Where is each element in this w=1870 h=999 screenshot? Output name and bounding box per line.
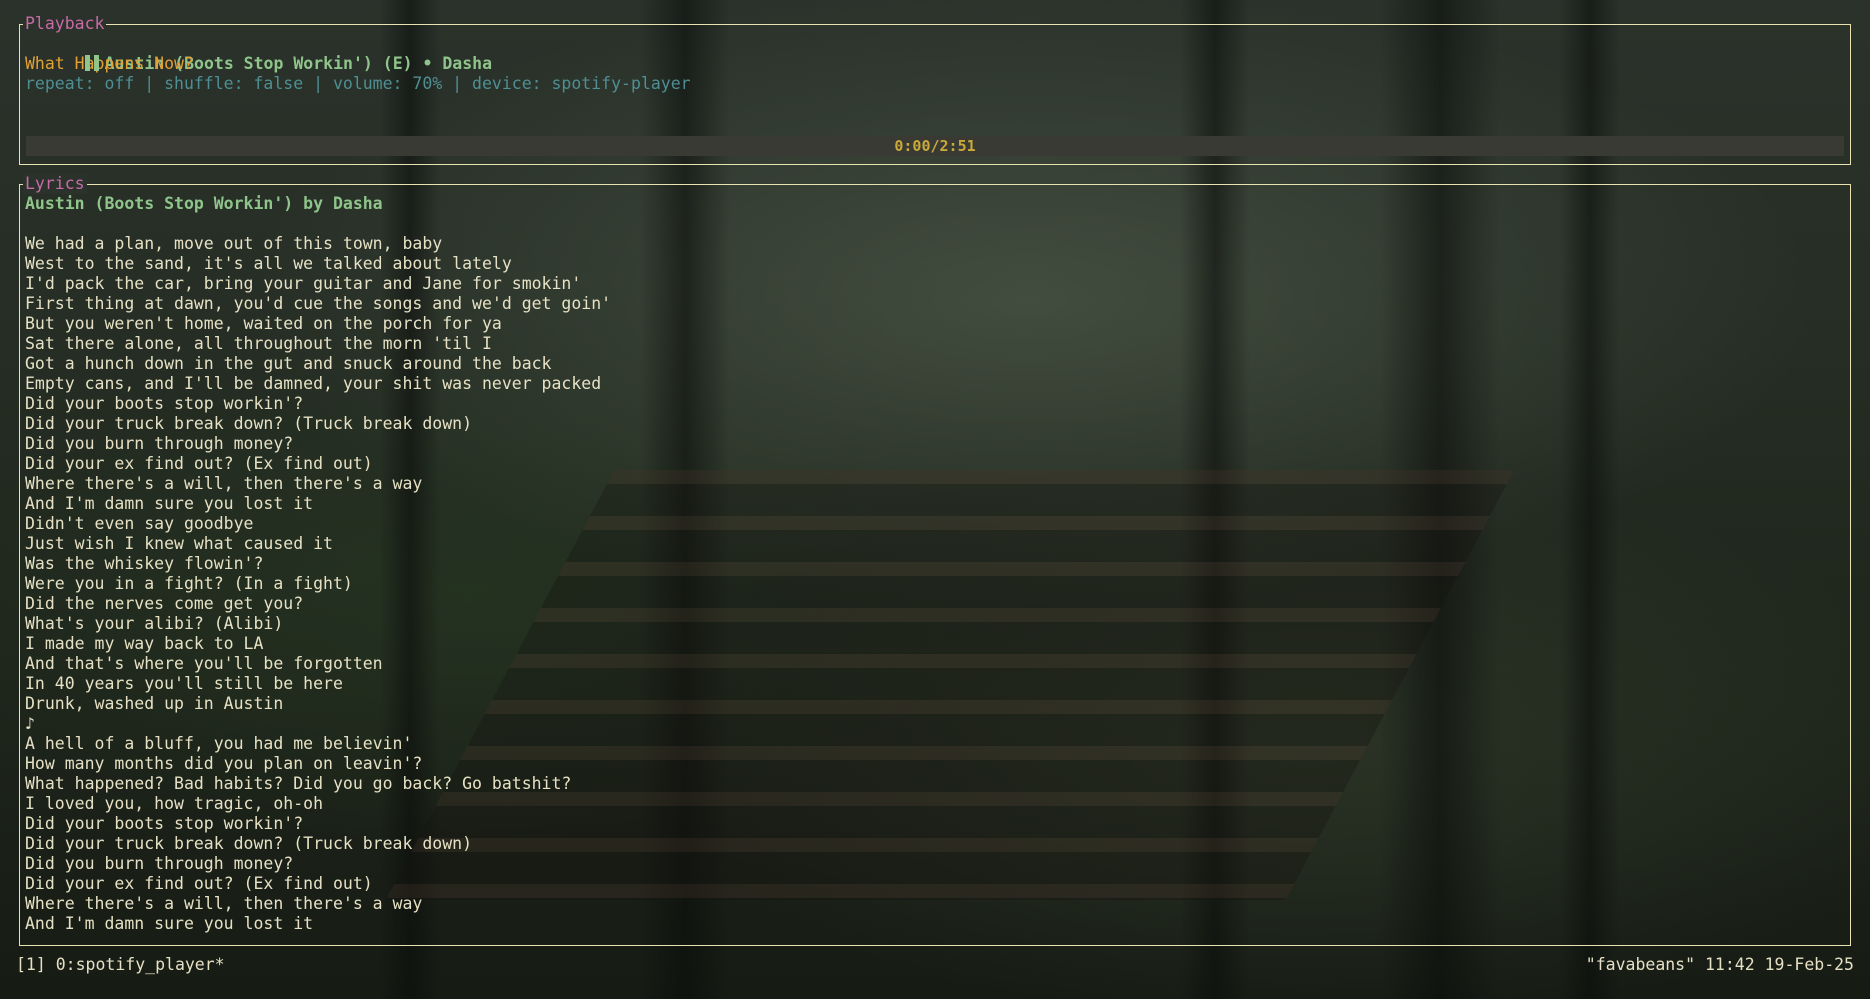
lyrics-heading: Austin (Boots Stop Workin') by Dasha — [25, 194, 383, 213]
playback-status: repeat: off | shuffle: false | volume: 7… — [25, 74, 691, 93]
lyric-line: Drunk, washed up in Austin — [25, 694, 284, 713]
playback-panel-title: Playback — [23, 14, 107, 34]
lyric-line: Did your truck break down? (Truck break … — [25, 414, 473, 433]
lyric-line: Was the whiskey flowin'? — [25, 554, 264, 573]
lyrics-panel-title: Lyrics — [23, 174, 87, 194]
tmux-host-clock: "favabeans" 11:42 19-Feb-25 — [1585, 955, 1854, 974]
lyric-line: In 40 years you'll still be here — [25, 674, 343, 693]
lyric-line: How many months did you plan on leavin'? — [25, 754, 423, 773]
lyric-line: A hell of a bluff, you had me believin' — [25, 734, 413, 753]
pause-icon[interactable] — [84, 55, 99, 71]
lyric-line: First thing at dawn, you'd cue the songs… — [25, 294, 612, 313]
lyric-line: Didn't even say goodbye — [25, 514, 254, 533]
tmux-window-list[interactable]: [1] 0:spotify_player* — [16, 955, 225, 975]
lyric-line: And I'm damn sure you lost it — [25, 914, 314, 933]
lyric-line: I'd pack the car, bring your guitar and … — [25, 274, 582, 293]
progress-time: 0:00/2:51 — [894, 137, 976, 155]
lyric-line: Did your boots stop workin'? — [25, 394, 304, 413]
lyric-line: Sat there alone, all throughout the morn… — [25, 334, 492, 353]
lyric-line: I loved you, how tragic, oh-oh — [25, 794, 324, 813]
lyric-line: Did your ex find out? (Ex find out) — [25, 454, 373, 473]
lyric-line: We had a plan, move out of this town, ba… — [25, 234, 443, 253]
lyric-line: What happened? Bad habits? Did you go ba… — [25, 774, 572, 793]
lyric-line: Did your boots stop workin'? — [25, 814, 304, 833]
lyric-line: What's your alibi? (Alibi) — [25, 614, 284, 633]
lyric-line: Did you burn through money? — [25, 854, 294, 873]
lyric-line — [25, 214, 1845, 234]
lyric-line: I made my way back to LA — [25, 634, 264, 653]
lyric-line: But you weren't home, waited on the porc… — [25, 314, 502, 333]
lyric-line: And I'm damn sure you lost it — [25, 494, 314, 513]
lyric-line: Just wish I knew what caused it — [25, 534, 333, 553]
lyric-line: Where there's a will, then there's a way — [25, 474, 423, 493]
playback-panel: Playback Austin (Boots Stop Workin') (E)… — [19, 14, 1851, 165]
tmux-status-bar: [1] 0:spotify_player* "favabeans" 11:42 … — [0, 955, 1870, 975]
lyric-line: Did the nerves come get you? — [25, 594, 304, 613]
lyric-line: Did your ex find out? (Ex find out) — [25, 874, 373, 893]
lyric-line: West to the sand, it's all we talked abo… — [25, 254, 512, 273]
lyric-line: And that's where you'll be forgotten — [25, 654, 383, 673]
lyric-line: Did you burn through money? — [25, 434, 294, 453]
lyric-line: ♪ — [25, 714, 35, 733]
now-playing-track: Austin (Boots Stop Workin') (E) • Dasha — [25, 34, 1845, 73]
lyric-line: Where there's a will, then there's a way — [25, 894, 423, 913]
progress-bar[interactable]: 0:00/2:51 — [26, 136, 1844, 156]
lyric-line: Got a hunch down in the gut and snuck ar… — [25, 354, 552, 373]
lyric-line: Did your truck break down? (Truck break … — [25, 834, 473, 853]
lyric-line: Empty cans, and I'll be damned, your shi… — [25, 374, 602, 393]
lyric-line: Were you in a fight? (In a fight) — [25, 574, 353, 593]
lyrics-list[interactable]: We had a plan, move out of this town, ba… — [25, 214, 1845, 934]
lyrics-panel: Lyrics Austin (Boots Stop Workin') by Da… — [19, 174, 1851, 946]
